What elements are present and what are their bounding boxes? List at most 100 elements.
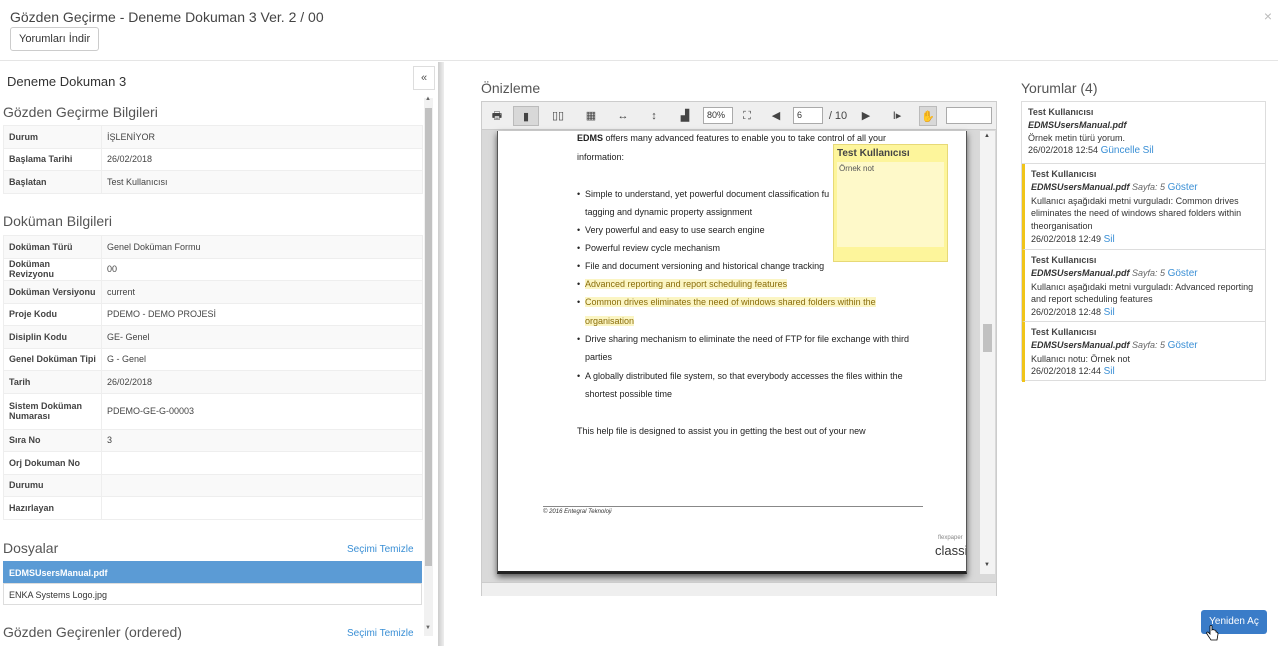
close-icon[interactable]: × (1264, 8, 1272, 24)
comment-page: Sayfa: 5 (1132, 181, 1166, 192)
files-title: Dosyalar (3, 540, 59, 556)
thumbnails-icon[interactable]: ▦ (582, 106, 600, 126)
text-select-icon[interactable]: I▸ (888, 106, 906, 126)
comment-delete-link[interactable]: Sil (1104, 307, 1115, 318)
viewer-scrollbar-thumb[interactable] (983, 324, 992, 352)
highlighted-text[interactable]: Advanced reporting and report scheduling… (585, 279, 788, 289)
row-value: G - Genel (101, 347, 423, 371)
bullet-icon: • (577, 279, 581, 289)
reviewers-clear-selection-link[interactable]: Seçimi Temizle (347, 628, 414, 639)
bullet-icon: • (577, 334, 581, 344)
single-page-icon[interactable]: ▮ (513, 106, 539, 126)
comment-show-link[interactable]: Göster (1168, 268, 1198, 279)
comment-author: Test Kullanıcısı (1031, 255, 1097, 265)
viewer-brand-logo: classic (935, 543, 966, 558)
comment-delete-link[interactable]: Sil (1104, 366, 1115, 377)
hand-tool-icon[interactable]: ✋ (919, 106, 937, 126)
row-key: Proje Kodu (3, 302, 102, 326)
table-row: Durum İŞLENİYOR (3, 125, 423, 149)
comment-date: 26/02/2018 12:54 (1028, 145, 1099, 156)
search-input[interactable] (946, 107, 992, 124)
page-text-line: shortest possible time (585, 389, 673, 399)
row-value (101, 473, 423, 497)
print-icon[interactable]: 🖶 (488, 106, 506, 126)
left-panel: Deneme Dokuman 3 « Gözden Geçirme Bilgil… (0, 62, 437, 646)
prev-page-icon[interactable]: ◀ (770, 106, 782, 126)
hand-cursor-icon (1206, 625, 1219, 641)
table-row: Genel Doküman Tipi G - Genel (3, 347, 423, 371)
page-text-line: Powerful review cycle mechanism (585, 243, 721, 253)
page-text-line: EDMS offers many advanced features to en… (577, 133, 886, 143)
table-row: Başlama Tarihi 26/02/2018 (3, 147, 423, 171)
comment-show-link[interactable]: Göster (1168, 182, 1198, 193)
bullet-icon: • (577, 225, 581, 235)
table-row: Tarih 26/02/2018 (3, 370, 423, 394)
highlighted-text[interactable]: organisation (585, 316, 635, 326)
viewer-scrollbar[interactable] (980, 131, 995, 574)
table-row: Disiplin Kodu GE- Genel (3, 325, 423, 349)
row-value: 3 (101, 428, 423, 452)
review-info-table: Durum İŞLENİYOR Başlama Tarihi 26/02/2018 … (3, 125, 423, 194)
comment-show-link[interactable]: Göster (1168, 340, 1198, 351)
comment-item: Test Kullanıcısı EDMSUsersManual.pdf Say… (1022, 322, 1265, 382)
next-page-icon[interactable]: ▶ (860, 106, 872, 126)
collapse-panel-button[interactable]: « (413, 66, 435, 90)
fit-height-icon[interactable]: ↕ (646, 106, 662, 126)
comment-file: EDMSUsersManual.pdf (1028, 119, 1127, 130)
two-page-icon[interactable]: ▯▯ (546, 106, 570, 126)
zoom-slider-icon[interactable]: ▟ (676, 106, 694, 126)
fit-width-icon[interactable]: ↔ (612, 106, 634, 126)
row-key: Durumu (3, 473, 102, 497)
table-row: Durumu (3, 473, 423, 497)
table-row: Sıra No 3 (3, 428, 423, 452)
comment-date: 26/02/2018 12:48 (1031, 307, 1102, 318)
comment-text: Kullanıcı aşağıdaki metni vurguladı: Adv… (1031, 281, 1254, 305)
row-value: 00 (101, 257, 423, 281)
row-key: Sıra No (3, 428, 102, 452)
comment-author: Test Kullanıcısı (1031, 169, 1097, 179)
brand-small-text: flexpaper (938, 535, 963, 541)
page-text-line: information: (577, 152, 625, 162)
file-item-selected[interactable]: EDMSUsersManual.pdf (3, 561, 422, 583)
comments-title: Yorumlar (4) (1021, 80, 1098, 96)
fullscreen-icon[interactable]: ⛶ (738, 106, 756, 126)
page-input[interactable]: 6 (793, 107, 823, 124)
file-item[interactable]: ENKA Systems Logo.jpg (3, 583, 422, 605)
highlighted-text[interactable]: Common drives eliminates the need of win… (585, 297, 876, 307)
row-key: Doküman Versiyonu (3, 280, 102, 304)
row-key: Sistem Doküman Numarası (3, 392, 102, 430)
comment-text: Kullanıcı notu: Örnek not (1031, 353, 1131, 364)
page-text-bold: EDMS (577, 133, 604, 143)
scroll-up-icon[interactable]: ▲ (425, 96, 431, 102)
row-value (101, 451, 423, 475)
reviewers-title: Gözden Geçirenler (ordered) (3, 624, 182, 640)
scroll-down-icon[interactable]: ▼ (425, 625, 431, 631)
download-comments-button[interactable]: Yorumları İndir (10, 27, 100, 51)
comment-delete-link[interactable]: Sil (1104, 234, 1115, 245)
page-text-line: tagging and dynamic property assignment (585, 207, 753, 217)
comment-date: 26/02/2018 12:44 (1031, 366, 1102, 377)
zoom-input[interactable]: 80% (703, 107, 733, 124)
sticky-note[interactable]: Test Kullanıcısı Örnek not (833, 144, 948, 262)
row-value: İŞLENİYOR (101, 125, 423, 149)
viewer-scroll-down-icon[interactable]: ▼ (984, 562, 990, 568)
row-key: Tarih (3, 370, 102, 394)
bullet-icon: • (577, 371, 581, 381)
page-text-line: Very powerful and easy to use search eng… (585, 225, 765, 235)
page-footer-text: © 2016 Entegral Teknoloji (543, 509, 612, 515)
comments-list: Test Kullanıcısı EDMSUsersManual.pdf Örn… (1021, 101, 1266, 382)
comment-author: Test Kullanıcısı (1031, 327, 1097, 337)
comment-delete-link[interactable]: Sil (1143, 145, 1154, 156)
doc-info-table: Doküman Türü Genel Doküman Formu Doküman … (3, 235, 423, 520)
bullet-icon: • (577, 189, 581, 199)
comment-author: Test Kullanıcısı (1028, 107, 1094, 117)
comment-update-link[interactable]: Güncelle (1101, 145, 1140, 156)
row-key: Genel Doküman Tipi (3, 347, 102, 371)
note-text[interactable]: Örnek not (837, 162, 944, 247)
viewer-scroll-up-icon[interactable]: ▲ (984, 133, 990, 139)
table-row: Proje Kodu PDEMO - DEMO PROJESİ (3, 302, 423, 326)
row-value (101, 496, 423, 520)
left-scrollbar-thumb[interactable] (425, 108, 432, 566)
modal-title: Gözden Geçirme - Deneme Dokuman 3 Ver. 2… (10, 9, 324, 25)
files-clear-selection-link[interactable]: Seçimi Temizle (347, 544, 414, 555)
